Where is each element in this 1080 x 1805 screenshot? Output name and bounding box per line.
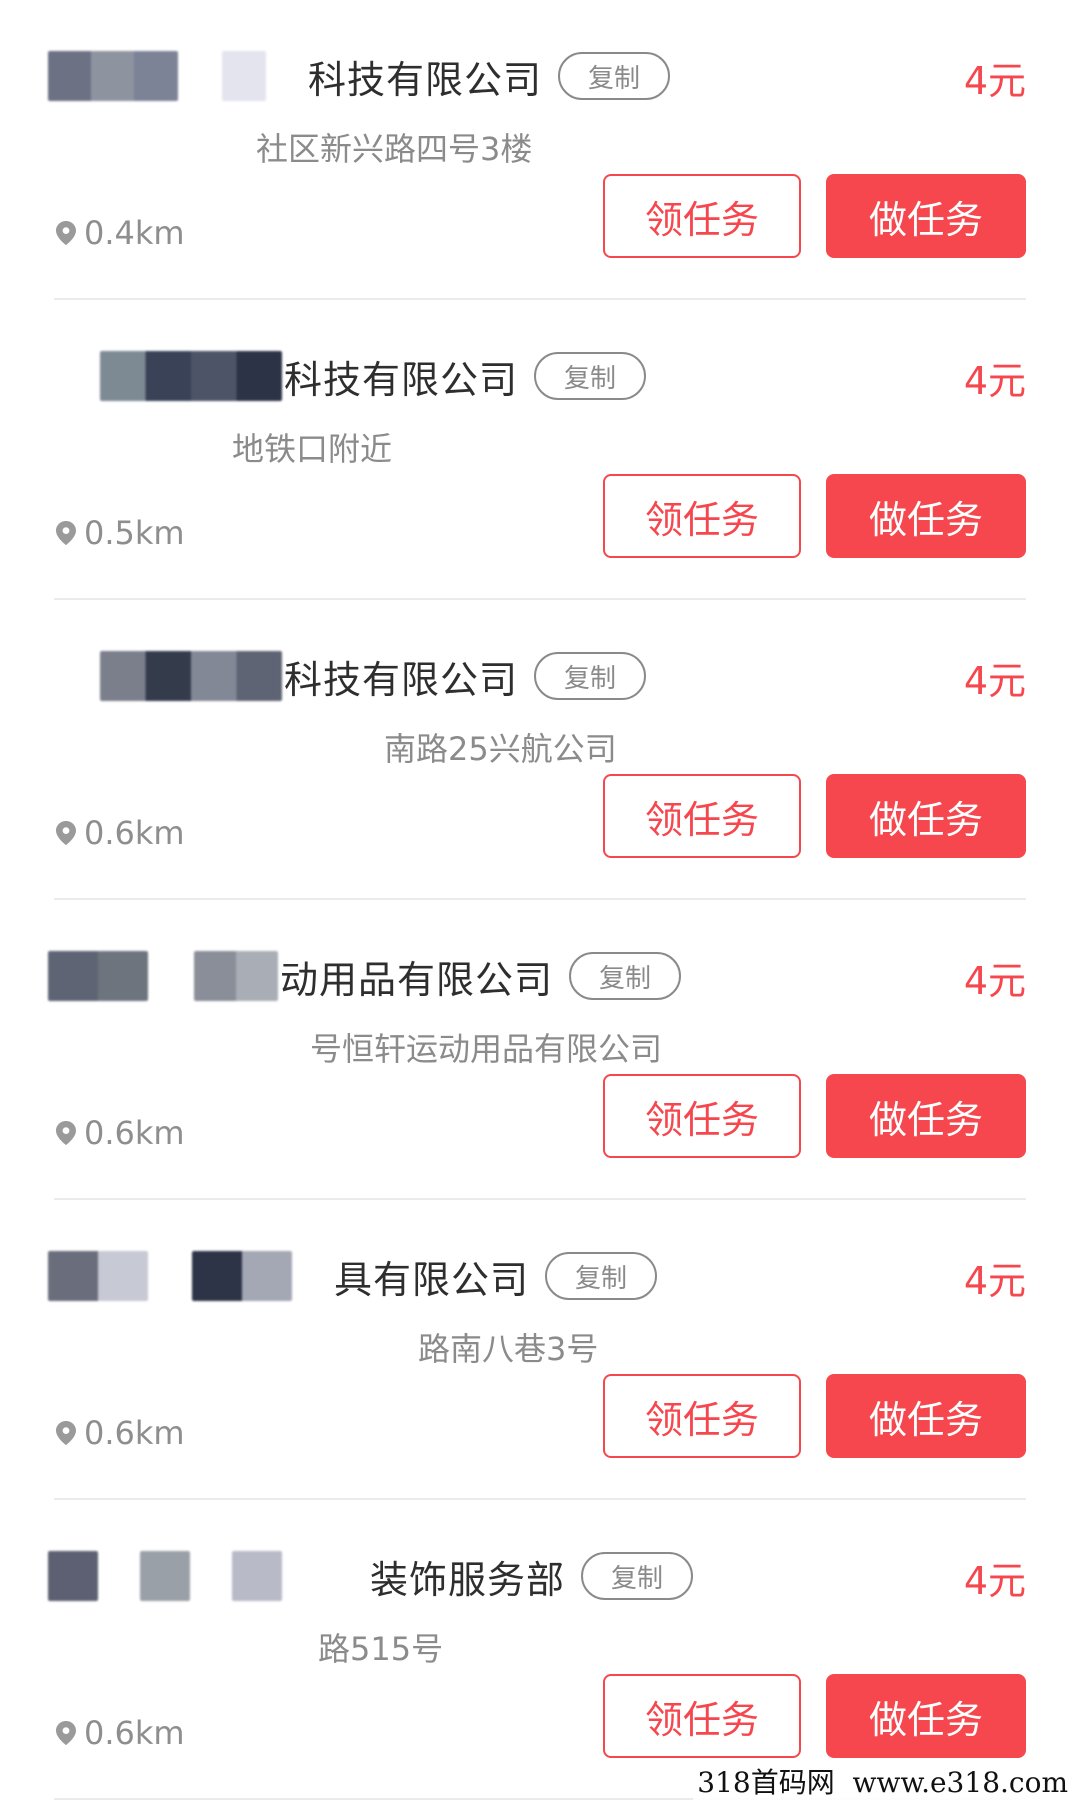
task-reward: 4元 bbox=[963, 1559, 1026, 1603]
company-name: 科技有限公司 bbox=[284, 657, 519, 702]
copy-button[interactable]: 复制 bbox=[534, 652, 647, 700]
task-card: 具有限公司 复制 4元 路南八巷3号 0.6km 领任务 做任务 bbox=[0, 1200, 1080, 1500]
task-reward: 4元 bbox=[963, 1259, 1026, 1303]
copy-button[interactable]: 复制 bbox=[569, 952, 682, 1000]
redacted-name bbox=[48, 1551, 98, 1601]
company-address: 路南八巷3号 bbox=[418, 1330, 599, 1368]
redacted-name bbox=[192, 1251, 292, 1301]
do-task-button[interactable]: 做任务 bbox=[826, 1674, 1026, 1758]
company-address: 号恒轩运动用品有限公司 bbox=[310, 1030, 663, 1068]
redacted-name bbox=[140, 1551, 190, 1601]
do-task-button[interactable]: 做任务 bbox=[826, 774, 1026, 858]
distance-value: 0.6km bbox=[84, 1714, 185, 1752]
redacted-name bbox=[194, 951, 278, 1001]
company-name: 装饰服务部 bbox=[370, 1557, 566, 1602]
redacted-name bbox=[222, 51, 266, 101]
location-pin-icon bbox=[56, 1721, 76, 1745]
location-pin-icon bbox=[56, 521, 76, 545]
take-task-button[interactable]: 领任务 bbox=[603, 1674, 801, 1758]
do-task-button[interactable]: 做任务 bbox=[826, 1374, 1026, 1458]
distance-row: 0.6km bbox=[56, 1714, 185, 1752]
company-address: 社区新兴路四号3楼 bbox=[256, 130, 533, 168]
task-card: 装饰服务部 复制 4元 路515号 0.6km 领任务 做任务 bbox=[0, 1500, 1080, 1800]
distance-row: 0.6km bbox=[56, 814, 185, 852]
redacted-name bbox=[48, 951, 148, 1001]
company-address: 地铁口附近 bbox=[232, 430, 393, 468]
task-reward: 4元 bbox=[963, 59, 1026, 103]
take-task-button[interactable]: 领任务 bbox=[603, 1374, 801, 1458]
redacted-name bbox=[232, 1551, 282, 1601]
distance-row: 0.6km bbox=[56, 1414, 185, 1452]
distance-row: 0.4km bbox=[56, 214, 185, 252]
distance-value: 0.4km bbox=[84, 214, 185, 252]
take-task-button[interactable]: 领任务 bbox=[603, 774, 801, 858]
watermark: 318首码网 www.e318.com bbox=[693, 1761, 1072, 1801]
company-name: 具有限公司 bbox=[334, 1257, 530, 1302]
copy-button[interactable]: 复制 bbox=[581, 1552, 694, 1600]
take-task-button[interactable]: 领任务 bbox=[603, 174, 801, 258]
company-name: 科技有限公司 bbox=[308, 57, 543, 102]
company-name-row: 装饰服务部 复制 bbox=[48, 1544, 820, 1608]
location-pin-icon bbox=[56, 821, 76, 845]
company-name-row: 具有限公司 复制 bbox=[48, 1244, 820, 1308]
redacted-name bbox=[48, 51, 178, 101]
copy-button[interactable]: 复制 bbox=[545, 1252, 658, 1300]
company-name: 科技有限公司 bbox=[284, 357, 519, 402]
company-name-row: 科技有限公司 复制 bbox=[48, 644, 820, 708]
distance-row: 0.6km bbox=[56, 1114, 185, 1152]
take-task-button[interactable]: 领任务 bbox=[603, 1074, 801, 1158]
take-task-button[interactable]: 领任务 bbox=[603, 474, 801, 558]
company-name-row: 科技有限公司 复制 bbox=[48, 44, 820, 108]
do-task-button[interactable]: 做任务 bbox=[826, 1074, 1026, 1158]
do-task-button[interactable]: 做任务 bbox=[826, 474, 1026, 558]
copy-button[interactable]: 复制 bbox=[558, 52, 671, 100]
company-name: 动用品有限公司 bbox=[280, 957, 554, 1002]
company-name-row: 动用品有限公司 复制 bbox=[48, 944, 820, 1008]
distance-value: 0.6km bbox=[84, 814, 185, 852]
redacted-name bbox=[48, 1251, 148, 1301]
distance-value: 0.6km bbox=[84, 1414, 185, 1452]
redacted-name bbox=[100, 651, 282, 701]
distance-value: 0.5km bbox=[84, 514, 185, 552]
task-card: 科技有限公司 复制 4元 南路25兴航公司 0.6km 领任务 做任务 bbox=[0, 600, 1080, 900]
location-pin-icon bbox=[56, 221, 76, 245]
task-card: 科技有限公司 复制 4元 地铁口附近 0.5km 领任务 做任务 bbox=[0, 300, 1080, 600]
copy-button[interactable]: 复制 bbox=[534, 352, 647, 400]
location-pin-icon bbox=[56, 1121, 76, 1145]
distance-row: 0.5km bbox=[56, 514, 185, 552]
task-card: 科技有限公司 复制 4元 社区新兴路四号3楼 0.4km 领任务 做任务 bbox=[0, 0, 1080, 300]
location-pin-icon bbox=[56, 1421, 76, 1445]
distance-value: 0.6km bbox=[84, 1114, 185, 1152]
do-task-button[interactable]: 做任务 bbox=[826, 174, 1026, 258]
company-address: 路515号 bbox=[318, 1630, 444, 1668]
task-reward: 4元 bbox=[963, 959, 1026, 1003]
company-address: 南路25兴航公司 bbox=[384, 730, 617, 768]
task-card: 动用品有限公司 复制 4元 号恒轩运动用品有限公司 0.6km 领任务 做任务 bbox=[0, 900, 1080, 1200]
task-reward: 4元 bbox=[963, 359, 1026, 403]
redacted-name bbox=[100, 351, 282, 401]
task-reward: 4元 bbox=[963, 659, 1026, 703]
company-name-row: 科技有限公司 复制 bbox=[48, 344, 820, 408]
